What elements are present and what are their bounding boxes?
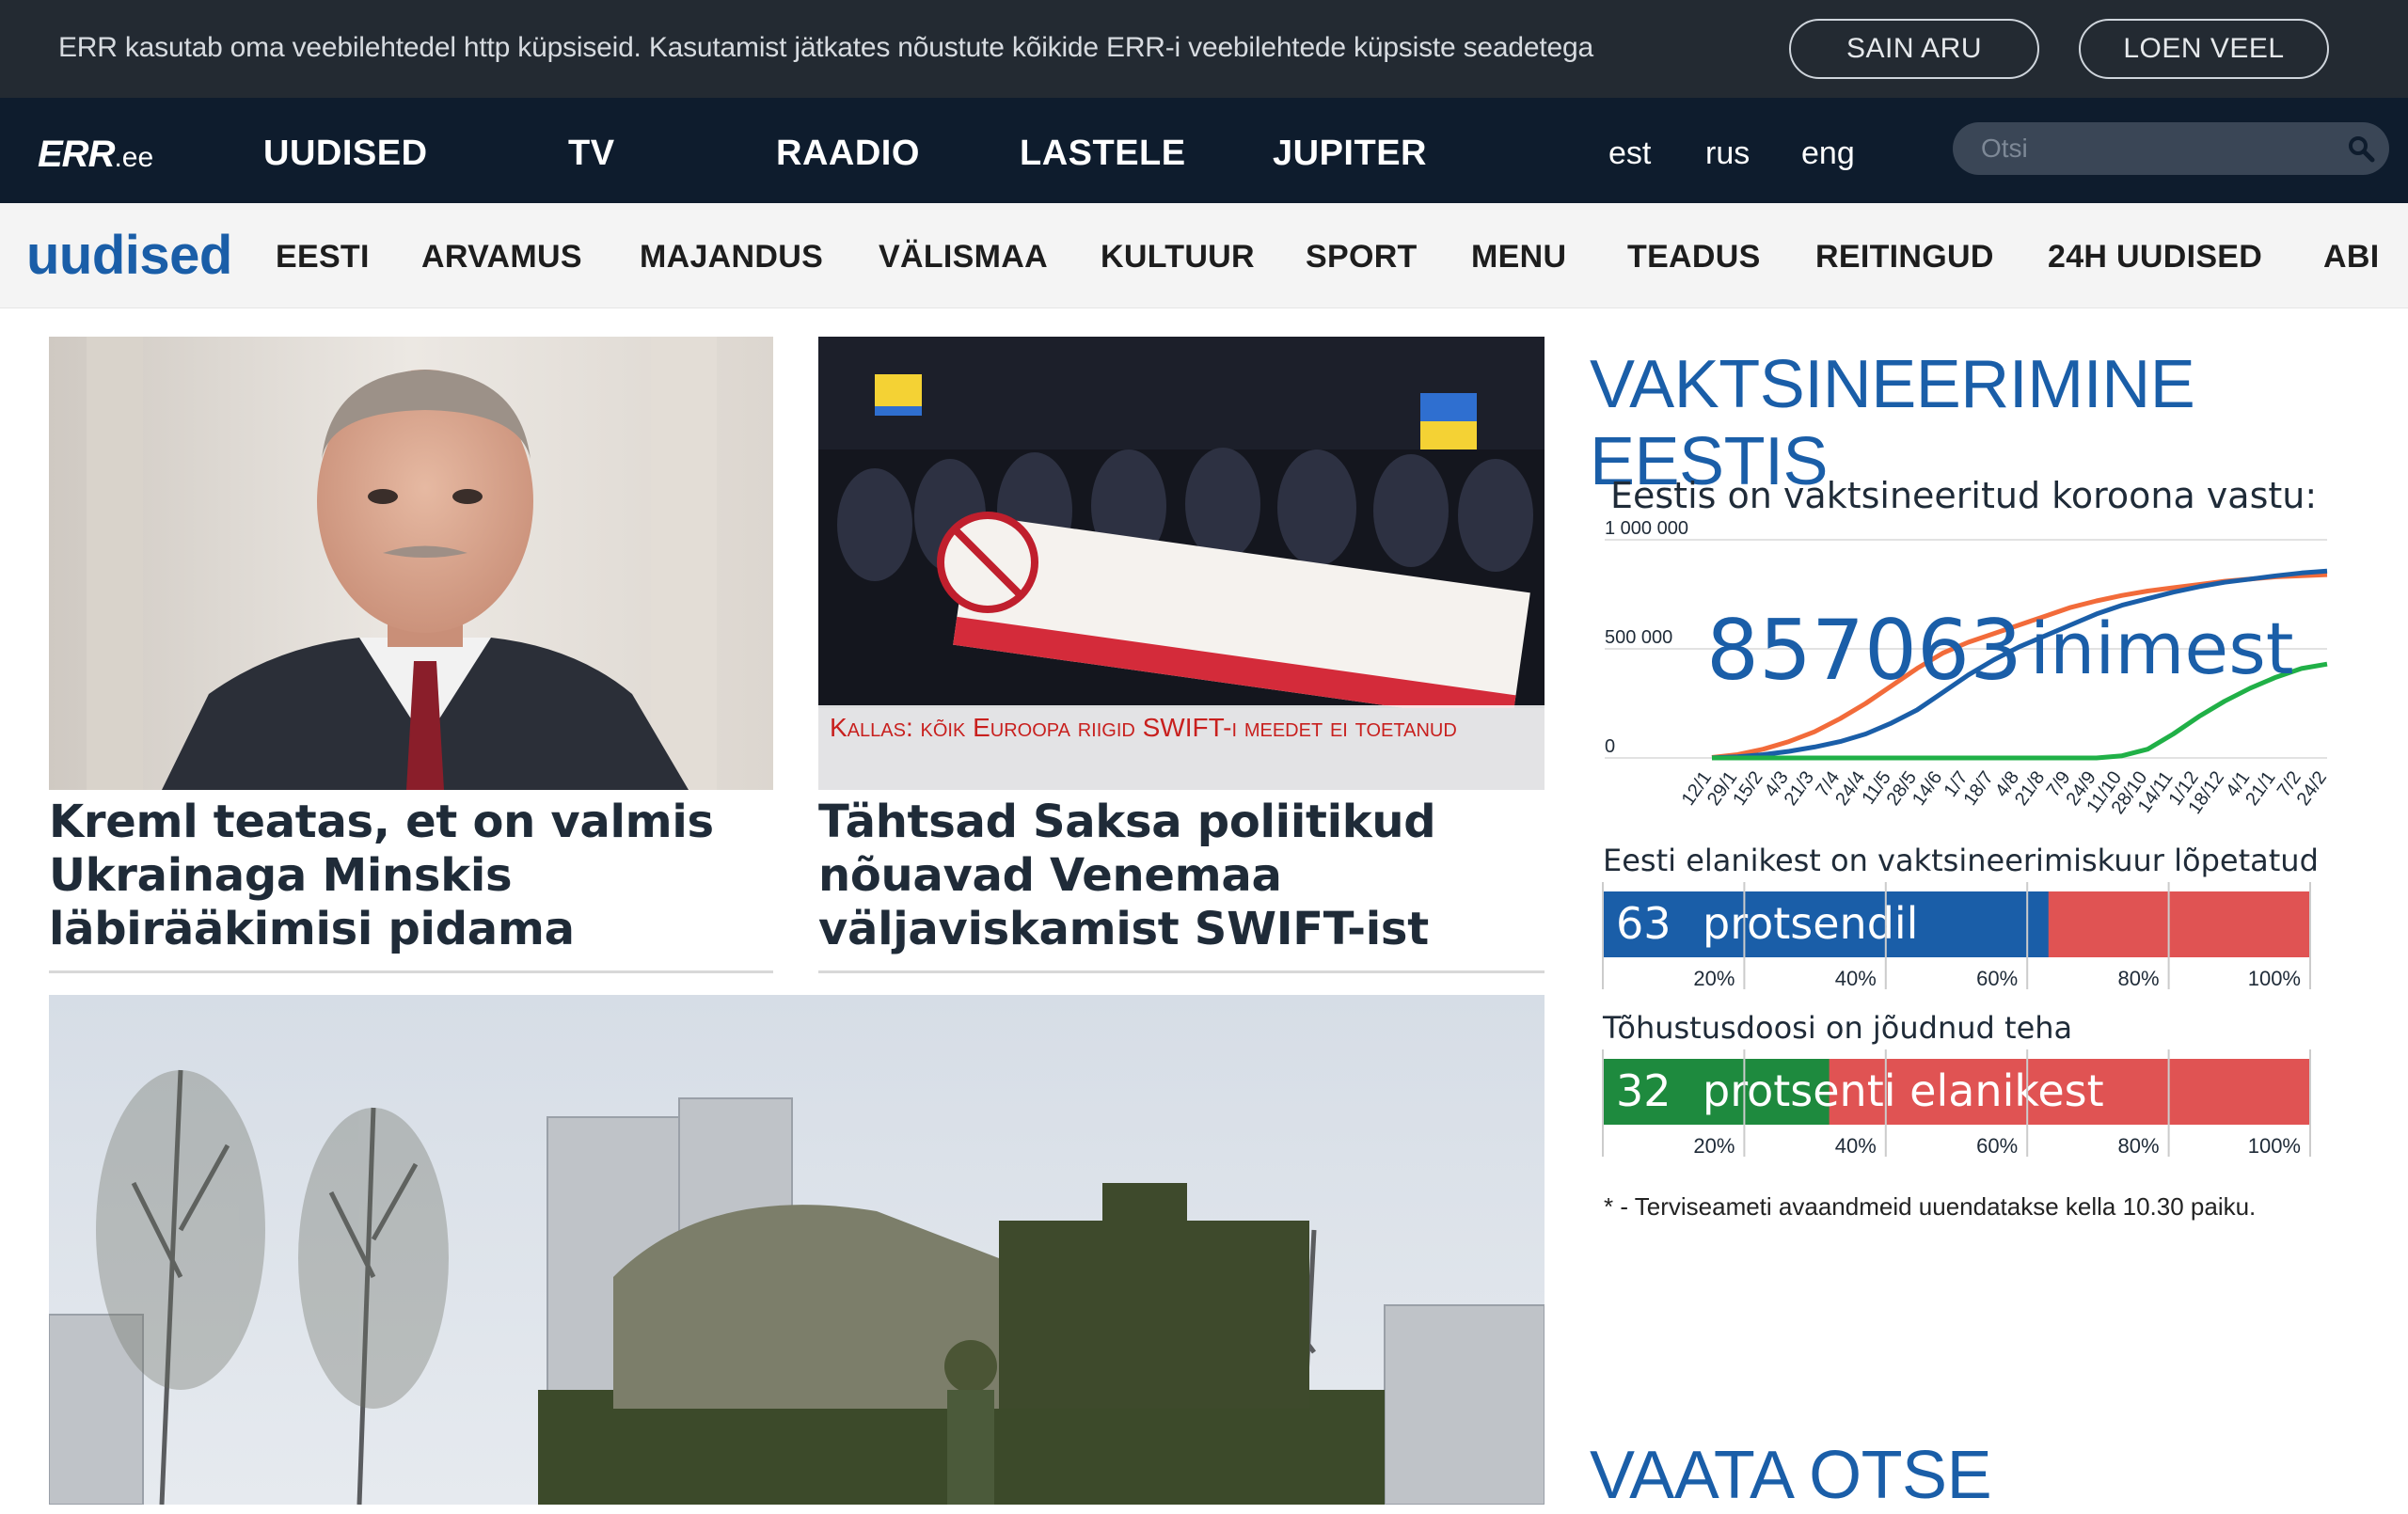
topnav-item-jupiter[interactable]: JUPITER <box>1273 134 1427 174</box>
vaccination-chart: Eestis on vaktsineeritud koroona vastu: … <box>1602 475 2331 1158</box>
y-tick-label: 1 000 000 <box>1605 518 1688 539</box>
bar-value: 32 <box>1616 1065 1671 1116</box>
bar-value: 63 <box>1616 898 1671 949</box>
section-logo-uudised[interactable]: uudised <box>26 224 232 287</box>
x-tick-label: 24/2 <box>2293 767 2331 810</box>
bar-label: protsenti elanikest <box>1703 1065 2104 1116</box>
bar-tick-label: 60% <box>1976 1134 2018 1158</box>
bar-tick-label: 40% <box>1835 1134 1877 1158</box>
y-tick-label: 500 000 <box>1605 627 1672 648</box>
line-chart-title: Eestis on vaktsineeritud koroona vastu: <box>1610 475 2317 516</box>
subnav-item-24h-uudised[interactable]: 24H UUDISED <box>2048 239 2262 276</box>
logo-suffix: .ee <box>114 142 154 173</box>
vaccinated-count: 857063 <box>1706 602 2022 699</box>
article-image-swift[interactable]: Kallas: kõik Euroopa riigid SWIFT-i meed… <box>818 337 1545 790</box>
bar-tick-label: 20% <box>1693 967 1735 990</box>
bar-tick-label: 100% <box>2248 967 2301 990</box>
cookie-banner: ERR kasutab oma veebilehtedel http küpsi… <box>0 0 2408 98</box>
top-navigation: ERR.ee UUDISED TV RAADIO LASTELE JUPITER… <box>0 98 2408 203</box>
vaccinated-unit: inimest <box>2030 607 2294 690</box>
topnav-item-raadio[interactable]: RAADIO <box>776 134 920 174</box>
cookie-text: ERR kasutab oma veebilehtedel http küpsi… <box>58 32 1593 63</box>
subnav-item-abi[interactable]: ABI <box>2323 239 2379 276</box>
sidebar-title-live: VAATA OTSE <box>1590 1438 1992 1513</box>
cookie-read-more-button[interactable]: LOEN VEEL <box>2079 19 2329 79</box>
search-box <box>1953 122 2389 175</box>
bar-tick-label: 40% <box>1835 967 1877 990</box>
subnav-item-valismaa[interactable]: VÄLISMAA <box>879 239 1048 276</box>
lang-est[interactable]: est <box>1608 135 1651 172</box>
bar-tick-label: 100% <box>2248 1134 2301 1158</box>
subnav-item-arvamus[interactable]: ARVAMUS <box>421 239 582 276</box>
article-divider <box>49 970 773 973</box>
vaccination-footnote: * - Terviseameti avaandmeid uuendatakse … <box>1604 1192 2257 1221</box>
search-input[interactable] <box>1981 132 2320 166</box>
article-headline-kremlin[interactable]: Kreml teatas, et on valmis Ukrainaga Min… <box>49 796 773 956</box>
bar-tick-label: 80% <box>2118 1134 2160 1158</box>
article-divider <box>818 970 1545 973</box>
topnav-item-uudised[interactable]: UUDISED <box>263 134 428 174</box>
bar1-title: Eesti elanikest on vaktsineerimiskuur lõ… <box>1603 843 2319 878</box>
bar-tick-label: 20% <box>1693 1134 1735 1158</box>
y-tick-label: 0 <box>1605 736 1615 757</box>
portrait-photo <box>49 337 773 790</box>
vaccination-widget: Eestis on vaktsineeritud koroona vastu: … <box>1590 461 2361 1241</box>
cookie-accept-button[interactable]: SAIN ARU <box>1789 19 2039 79</box>
lang-eng[interactable]: eng <box>1801 135 1855 172</box>
article-image-military[interactable] <box>49 995 1545 1505</box>
err-logo[interactable]: ERR.ee <box>38 134 153 176</box>
section-navigation: uudised EESTI ARVAMUS MAJANDUS VÄLISMAA … <box>0 203 2408 308</box>
subnav-item-majandus[interactable]: MAJANDUS <box>640 239 823 276</box>
lang-rus[interactable]: rus <box>1705 135 1750 172</box>
subnav-item-kultuur[interactable]: KULTUUR <box>1101 239 1255 276</box>
topnav-item-lastele[interactable]: LASTELE <box>1020 134 1186 174</box>
topnav-item-tv[interactable]: TV <box>568 134 615 174</box>
article-image-caption[interactable]: Kallas: kõik Euroopa riigid SWIFT-i meed… <box>818 705 1545 790</box>
search-icon[interactable] <box>2346 134 2376 164</box>
article-headline-swift[interactable]: Tähtsad Saksa poliitikud nõuavad Venemaa… <box>818 796 1552 956</box>
military-photo <box>49 995 1545 1505</box>
subnav-item-reitingud[interactable]: REITINGUD <box>1815 239 1994 276</box>
subnav-item-teadus[interactable]: TEADUS <box>1627 239 1761 276</box>
logo-main: ERR <box>38 134 115 175</box>
bar2-title: Tõhustusdoosi on jõudnud teha <box>1602 1010 2072 1046</box>
article-image-kremlin[interactable] <box>49 337 773 790</box>
bar-tick-label: 60% <box>1976 967 2018 990</box>
subnav-item-eesti[interactable]: EESTI <box>276 239 370 276</box>
subnav-item-sport[interactable]: SPORT <box>1306 239 1418 276</box>
subnav-item-menu[interactable]: MENU <box>1471 239 1566 276</box>
bar-tick-label: 80% <box>2118 967 2160 990</box>
